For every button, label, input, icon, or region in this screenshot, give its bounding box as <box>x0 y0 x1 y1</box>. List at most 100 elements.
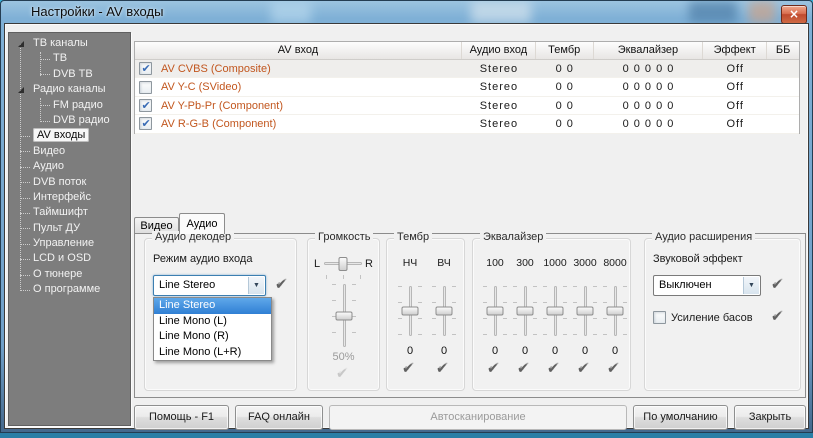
sidebar-item-fm-radio[interactable]: FM радио <box>9 98 130 113</box>
apply-tone-check-icon[interactable]: ✔ <box>436 361 448 377</box>
tab-audio[interactable]: Аудио <box>179 213 225 234</box>
apply-audio-mode-check-icon[interactable]: ✔ <box>275 277 287 293</box>
slider-thumb[interactable] <box>547 307 564 316</box>
sidebar-item-av-inputs[interactable]: AV входы <box>9 128 130 143</box>
table-row[interactable]: AV CVBS (Composite) Stereo 0 0 0 0 0 0 0… <box>135 60 799 78</box>
sidebar-item-tv-channels[interactable]: ТВ каналы <box>9 36 130 51</box>
apply-eq-check-icon[interactable]: ✔ <box>547 361 559 377</box>
sidebar-item-remote[interactable]: Пульт ДУ <box>9 221 130 236</box>
sidebar-item-label: DVB поток <box>33 176 86 188</box>
sidebar-item-timeshift[interactable]: Таймшифт <box>9 205 130 220</box>
combobox-dropdown-button[interactable]: ▼ <box>248 277 264 294</box>
sidebar-item-label: DVB радио <box>53 114 110 126</box>
sidebar-item-tv[interactable]: ТВ <box>9 51 130 66</box>
av-input-name: AV R-G-B (Component) <box>157 115 462 132</box>
tree-stub <box>20 136 30 137</box>
combobox-value: Line Stereo <box>159 279 215 291</box>
audio-mode-combobox[interactable]: Line Stereo ▼ <box>153 275 266 296</box>
sidebar-item-about-tuner[interactable]: О тюнере <box>9 267 130 282</box>
eq-slider[interactable] <box>513 285 537 337</box>
col-header-tone[interactable]: Тембр <box>536 42 594 59</box>
eq-slider[interactable] <box>543 285 567 337</box>
row-checkbox[interactable] <box>139 99 152 112</box>
titlebar[interactable]: Настройки - AV входы × <box>1 1 812 23</box>
col-header-bb[interactable]: ББ <box>767 42 799 59</box>
dropdown-option[interactable]: Line Mono (L) <box>154 314 271 330</box>
sidebar-item-video[interactable]: Видео <box>9 144 130 159</box>
tone-value: 0 0 <box>536 115 594 132</box>
table-row[interactable]: AV Y-Pb-Pr (Component) Stereo 0 0 0 0 0 … <box>135 97 799 115</box>
sidebar-item-about-program[interactable]: О программе <box>9 282 130 297</box>
tree-expand-icon[interactable] <box>18 87 24 93</box>
tree-stub <box>20 151 30 152</box>
slider-ticks <box>533 286 537 337</box>
combobox-dropdown-button[interactable]: ▼ <box>743 277 759 294</box>
apply-bass-check-icon[interactable]: ✔ <box>771 309 783 325</box>
apply-tone-check-icon[interactable]: ✔ <box>402 361 414 377</box>
autoscan-button: Автосканирование <box>329 405 627 430</box>
dropdown-option[interactable]: Line Mono (L+R) <box>154 345 271 361</box>
sidebar-item-label: Таймшифт <box>33 206 88 218</box>
sidebar-item-label: Управление <box>33 237 94 249</box>
close-button[interactable]: × <box>781 5 807 23</box>
dropdown-option[interactable]: Line Stereo <box>154 298 271 314</box>
sidebar-item-dvb-tv[interactable]: DVB ТВ <box>9 67 130 82</box>
sidebar-item-dvb-radio[interactable]: DVB радио <box>9 113 130 128</box>
sidebar-item-interface[interactable]: Интерфейс <box>9 190 130 205</box>
col-header-equalizer[interactable]: Эквалайзер <box>594 42 704 59</box>
band-label: 8000 <box>600 257 630 269</box>
volume-slider[interactable] <box>332 283 356 348</box>
slider-thumb[interactable] <box>607 307 624 316</box>
tree-stub <box>40 74 50 75</box>
sidebar-item-dvb-stream[interactable]: DVB поток <box>9 175 130 190</box>
row-checkbox[interactable] <box>139 117 152 130</box>
band-value: 0 <box>570 345 600 357</box>
tone-low-slider[interactable] <box>398 285 422 337</box>
sidebar-item-radio-channels[interactable]: Радио каналы <box>9 82 130 97</box>
slider-thumb[interactable] <box>517 307 534 316</box>
slider-thumb[interactable] <box>436 307 453 316</box>
slider-thumb[interactable] <box>577 307 594 316</box>
eq-slider[interactable] <box>483 285 507 337</box>
sidebar-item-label: Радио каналы <box>33 83 106 95</box>
col-header-av-input[interactable]: AV вход <box>135 42 462 59</box>
tone-band-high: ВЧ 0 ✔ <box>429 239 459 390</box>
apply-volume-check-icon: ✔ <box>336 366 348 382</box>
faq-button[interactable]: FAQ онлайн <box>235 405 323 430</box>
apply-eq-check-icon[interactable]: ✔ <box>607 361 619 377</box>
balance-slider[interactable] <box>324 257 362 271</box>
apply-eq-check-icon[interactable]: ✔ <box>577 361 589 377</box>
band-value: 0 <box>600 345 630 357</box>
bass-boost-checkbox[interactable] <box>653 311 666 324</box>
slider-thumb[interactable] <box>402 307 419 316</box>
sidebar-item-lcd-osd[interactable]: LCD и OSD <box>9 251 130 266</box>
sidebar-item-audio[interactable]: Аудио <box>9 159 130 174</box>
eq-slider[interactable] <box>603 285 627 337</box>
row-checkbox[interactable] <box>139 62 152 75</box>
row-checkbox[interactable] <box>139 81 152 94</box>
table-row[interactable]: AV Y-C (SVideo) Stereo 0 0 0 0 0 0 0 Off <box>135 78 799 96</box>
col-header-audio-input[interactable]: Аудио вход <box>462 42 536 59</box>
apply-eq-check-icon[interactable]: ✔ <box>517 361 529 377</box>
eq-slider[interactable] <box>573 285 597 337</box>
eq-band-300: 300 0 ✔ <box>510 239 540 390</box>
slider-thumb[interactable] <box>336 311 353 320</box>
slider-thumb[interactable] <box>339 257 348 271</box>
table-row[interactable]: AV R-G-B (Component) Stereo 0 0 0 0 0 0 … <box>135 115 799 133</box>
slider-ticks <box>563 286 567 337</box>
apply-eq-check-icon[interactable]: ✔ <box>487 361 499 377</box>
band-label: 3000 <box>570 257 600 269</box>
defaults-button[interactable]: По умолчанию <box>633 405 728 430</box>
group-label: Аудио расширения <box>652 231 755 243</box>
col-header-effect[interactable]: Эффект <box>703 42 767 59</box>
help-button[interactable]: Помощь - F1 <box>134 405 229 430</box>
slider-thumb[interactable] <box>487 307 504 316</box>
bass-boost-label: Усиление басов <box>671 312 753 324</box>
sidebar-item-control[interactable]: Управление <box>9 236 130 251</box>
apply-effect-check-icon[interactable]: ✔ <box>771 277 783 293</box>
sound-effect-combobox[interactable]: Выключен ▼ <box>653 275 761 296</box>
tree-expand-icon[interactable] <box>18 41 24 47</box>
tone-high-slider[interactable] <box>432 285 456 337</box>
close-dialog-button[interactable]: Закрыть <box>734 405 806 430</box>
dropdown-option[interactable]: Line Mono (R) <box>154 329 271 345</box>
